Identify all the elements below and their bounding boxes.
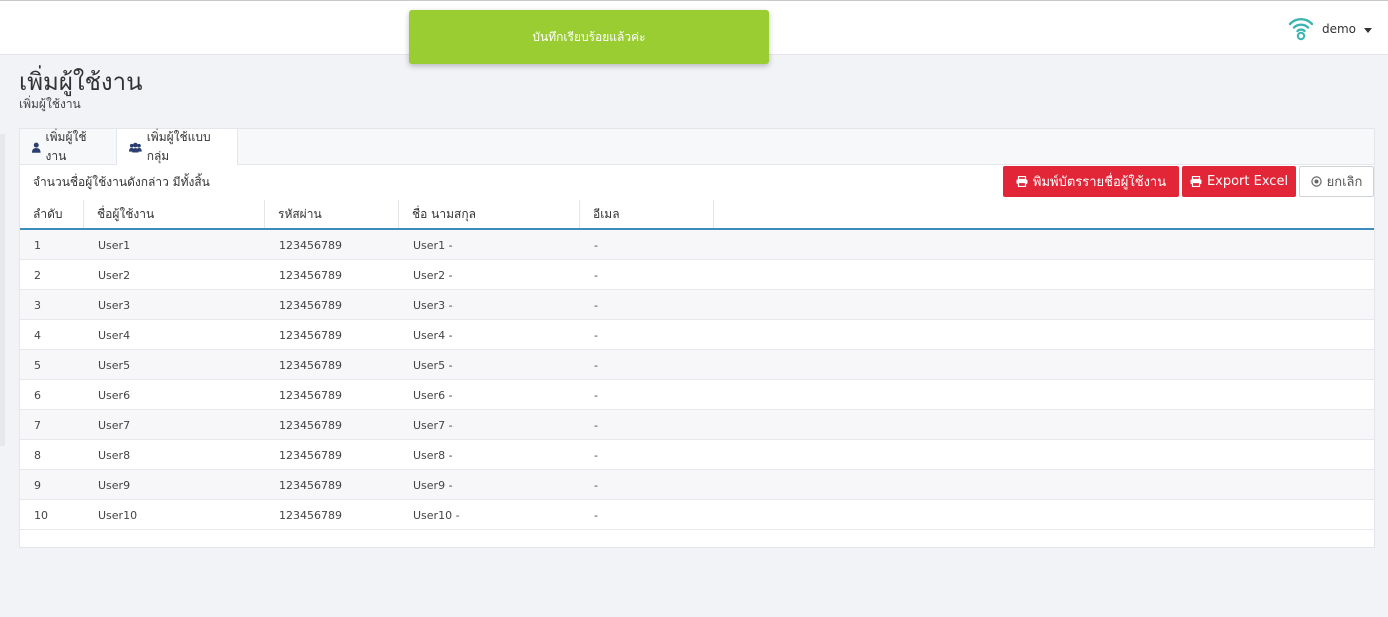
print-icon [1190, 176, 1202, 187]
table-row: 5 User5 123456789 User5 - - [20, 350, 1374, 380]
cell-email: - [594, 448, 598, 462]
cell-index: 8 [34, 448, 41, 462]
export-excel-button[interactable]: Export Excel [1182, 166, 1296, 197]
success-toast[interactable]: บันทึกเรียบร้อยแล้วค่ะ [409, 10, 769, 64]
cell-fullname: User2 - [413, 268, 453, 282]
table-row: 6 User6 123456789 User6 - - [20, 380, 1374, 410]
cell-email: - [594, 388, 598, 402]
cell-username: User2 [98, 268, 131, 282]
cell-fullname: User8 - [413, 448, 453, 462]
column-header-index[interactable]: ลำดับ [20, 200, 84, 228]
cell-password: 123456789 [279, 388, 342, 402]
cell-username: User5 [98, 358, 131, 372]
cell-index: 5 [34, 358, 41, 372]
tab-add-group-users-label: เพิ่มผู้ใช้แบบกลุ่ม [146, 130, 211, 163]
user-count-text: จำนวนชื่อผู้ใช้งานดังกล่าว มีทั้งสิ้น [33, 175, 210, 189]
column-header-password[interactable]: รหัสผ่าน [265, 200, 399, 228]
cell-fullname: User3 - [413, 298, 453, 312]
cell-password: 123456789 [279, 418, 342, 432]
cell-username: User7 [98, 418, 131, 432]
cell-fullname: User9 - [413, 478, 453, 492]
cancel-button[interactable]: ยกเลิก [1299, 166, 1374, 197]
cell-email: - [594, 268, 598, 282]
cell-password: 123456789 [279, 448, 342, 462]
caret-down-icon[interactable] [1364, 27, 1372, 33]
cell-username: User4 [98, 328, 131, 342]
cell-username: User10 [98, 508, 138, 522]
cell-username: User1 [98, 238, 131, 252]
table-row: 2 User2 123456789 User2 - - [20, 260, 1374, 290]
cell-email: - [594, 418, 598, 432]
table-row: 7 User7 123456789 User7 - - [20, 410, 1374, 440]
table-row: 9 User9 123456789 User9 - - [20, 470, 1374, 500]
user-panel: เพิ่มผู้ใช้งาน เพิ่มผู้ใช้แบบกลุ่ม จำนวน… [19, 128, 1375, 548]
cell-username: User9 [98, 478, 131, 492]
cancel-button-label: ยกเลิก [1326, 175, 1363, 190]
cell-email: - [594, 358, 598, 372]
tab-add-group-users[interactable]: เพิ่มผู้ใช้แบบกลุ่ม [116, 129, 238, 165]
cell-email: - [594, 328, 598, 342]
cell-password: 123456789 [279, 328, 342, 342]
wifi-signal-icon [1288, 18, 1314, 41]
cell-password: 123456789 [279, 358, 342, 372]
cell-fullname: User1 - [413, 238, 453, 252]
table-row: 1 User1 123456789 User1 - - [20, 230, 1374, 260]
cell-index: 10 [34, 508, 48, 522]
tab-add-user-label: เพิ่มผู้ใช้งาน [45, 130, 87, 163]
cell-index: 4 [34, 328, 41, 342]
cell-email: - [594, 298, 598, 312]
cell-password: 123456789 [279, 478, 342, 492]
toast-message: บันทึกเรียบร้อยแล้วค่ะ [532, 29, 646, 44]
cell-fullname: User7 - [413, 418, 453, 432]
cell-fullname: User5 - [413, 358, 453, 372]
table-row: 3 User3 123456789 User3 - - [20, 290, 1374, 320]
cell-email: - [594, 478, 598, 492]
cell-password: 123456789 [279, 508, 342, 522]
cell-index: 3 [34, 298, 41, 312]
column-header-fullname[interactable]: ชื่อ นามสกุล [399, 200, 580, 228]
cell-fullname: User6 - [413, 388, 453, 402]
cell-username: User8 [98, 448, 131, 462]
table-row: 8 User8 123456789 User8 - - [20, 440, 1374, 470]
cell-password: 123456789 [279, 268, 342, 282]
users-table: ลำดับ ชื่อผู้ใช้งาน รหัสผ่าน ชื่อ นามสกุ… [20, 200, 1374, 530]
print-icon [1016, 176, 1028, 187]
cancel-circle-icon [1310, 176, 1322, 187]
table-row: 10 User10 123456789 User10 - - [20, 500, 1374, 530]
print-button-label: พิมพ์บัตรรายชื่อผู้ใช้งาน [1032, 175, 1167, 190]
cell-fullname: User4 - [413, 328, 453, 342]
user-name[interactable]: demo [1322, 22, 1356, 36]
page-subtitle: เพิ่มผู้ใช้งาน [19, 97, 81, 111]
cell-username: User6 [98, 388, 131, 402]
column-header-username[interactable]: ชื่อผู้ใช้งาน [84, 200, 265, 228]
column-header-email[interactable]: อีเมล [580, 200, 714, 228]
user-icon [32, 142, 41, 153]
cell-fullname: User10 - [413, 508, 460, 522]
print-user-cards-button[interactable]: พิมพ์บัตรรายชื่อผู้ใช้งาน [1003, 166, 1179, 197]
users-group-icon [129, 142, 142, 152]
cell-password: 123456789 [279, 298, 342, 312]
cell-index: 1 [34, 238, 41, 252]
cell-password: 123456789 [279, 238, 342, 252]
cell-email: - [594, 238, 598, 252]
cell-index: 7 [34, 418, 41, 432]
user-menu[interactable]: demo [1288, 15, 1372, 43]
tab-bar: เพิ่มผู้ใช้งาน เพิ่มผู้ใช้แบบกลุ่ม [20, 129, 1374, 165]
cell-username: User3 [98, 298, 131, 312]
table-body: 1 User1 123456789 User1 - - 2 User2 1234… [20, 230, 1374, 530]
table-header: ลำดับ ชื่อผู้ใช้งาน รหัสผ่าน ชื่อ นามสกุ… [20, 200, 1374, 230]
tab-add-user[interactable]: เพิ่มผู้ใช้งาน [20, 129, 116, 165]
cell-index: 2 [34, 268, 41, 282]
cell-email: - [594, 508, 598, 522]
sidebar-edge [0, 134, 5, 446]
cell-index: 6 [34, 388, 41, 402]
table-row: 4 User4 123456789 User4 - - [20, 320, 1374, 350]
export-button-label: Export Excel [1206, 174, 1289, 189]
page-title: เพิ่มผู้ใช้งาน [19, 68, 143, 96]
cell-index: 9 [34, 478, 41, 492]
